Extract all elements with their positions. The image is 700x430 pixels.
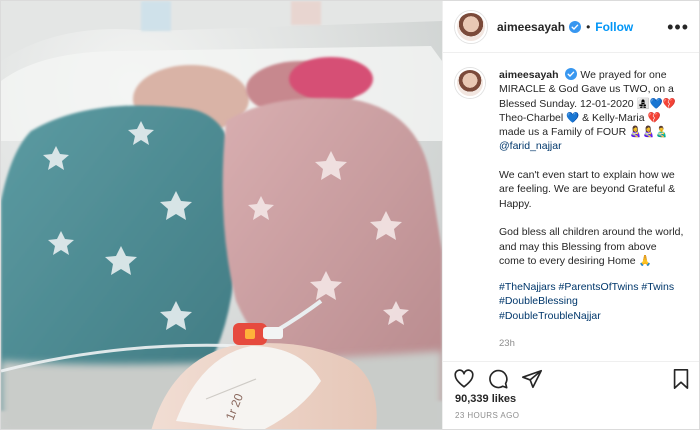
post-panel: aimeesayah • Follow ••• aimeesayah We pr… [442,1,699,429]
verified-badge-icon [565,68,578,80]
post-header: aimeesayah • Follow ••• [443,1,699,53]
caption-paragraph-3: God bless all children around the world,… [499,226,684,267]
hashtag-link[interactable]: #ParentsOfTwins [559,281,639,293]
hashtag-link[interactable]: #DoubleTroubleNajjar [499,310,601,322]
heart-icon[interactable] [453,368,475,390]
bookmark-icon[interactable] [671,368,691,390]
follow-button[interactable]: Follow [595,20,633,34]
action-bar [443,361,699,391]
caption-timestamp: 23h [499,338,515,350]
caption-line-2: Theo-Charbel 💙 & Kelly-Maria 💔 made us a… [499,111,669,139]
profile-avatar[interactable] [455,10,487,43]
caption-area: aimeesayah We prayed for one MIRACLE & G… [443,54,699,352]
caption-body: aimeesayah We prayed for one MIRACLE & G… [499,68,685,351]
comment-icon[interactable] [487,368,509,390]
newborn-twins-photo: 1r 20 [1,1,442,429]
caption-paragraph-2: We can't even start to explain how we ar… [499,169,676,210]
likes-count[interactable]: 90,339 likes [455,393,516,405]
hashtag-list: #TheNajjars #ParentsOfTwins #Twins #Doub… [499,280,685,323]
caption-row: aimeesayah We prayed for one MIRACLE & G… [455,68,689,351]
hashtag-link[interactable]: #DoubleBlessing [499,295,578,307]
mention-link[interactable]: @farid_najjar [499,140,562,152]
header-username[interactable]: aimeesayah [497,20,565,34]
post-age[interactable]: 23 HOURS AGO [455,411,519,420]
header-separator: • [586,19,591,34]
caption-username[interactable]: aimeesayah [499,69,559,81]
hashtag-link[interactable]: #TheNajjars [499,281,556,293]
hashtag-link[interactable]: #Twins [641,281,674,293]
share-icon[interactable] [521,368,543,390]
caption-avatar[interactable] [455,68,485,98]
post-photo[interactable]: 1r 20 [1,1,442,429]
instagram-post: 1r 20 aimeesayah • Follow ••• aimeesayah [0,0,700,430]
more-icon[interactable]: ••• [667,18,689,36]
verified-badge-icon [569,20,582,33]
